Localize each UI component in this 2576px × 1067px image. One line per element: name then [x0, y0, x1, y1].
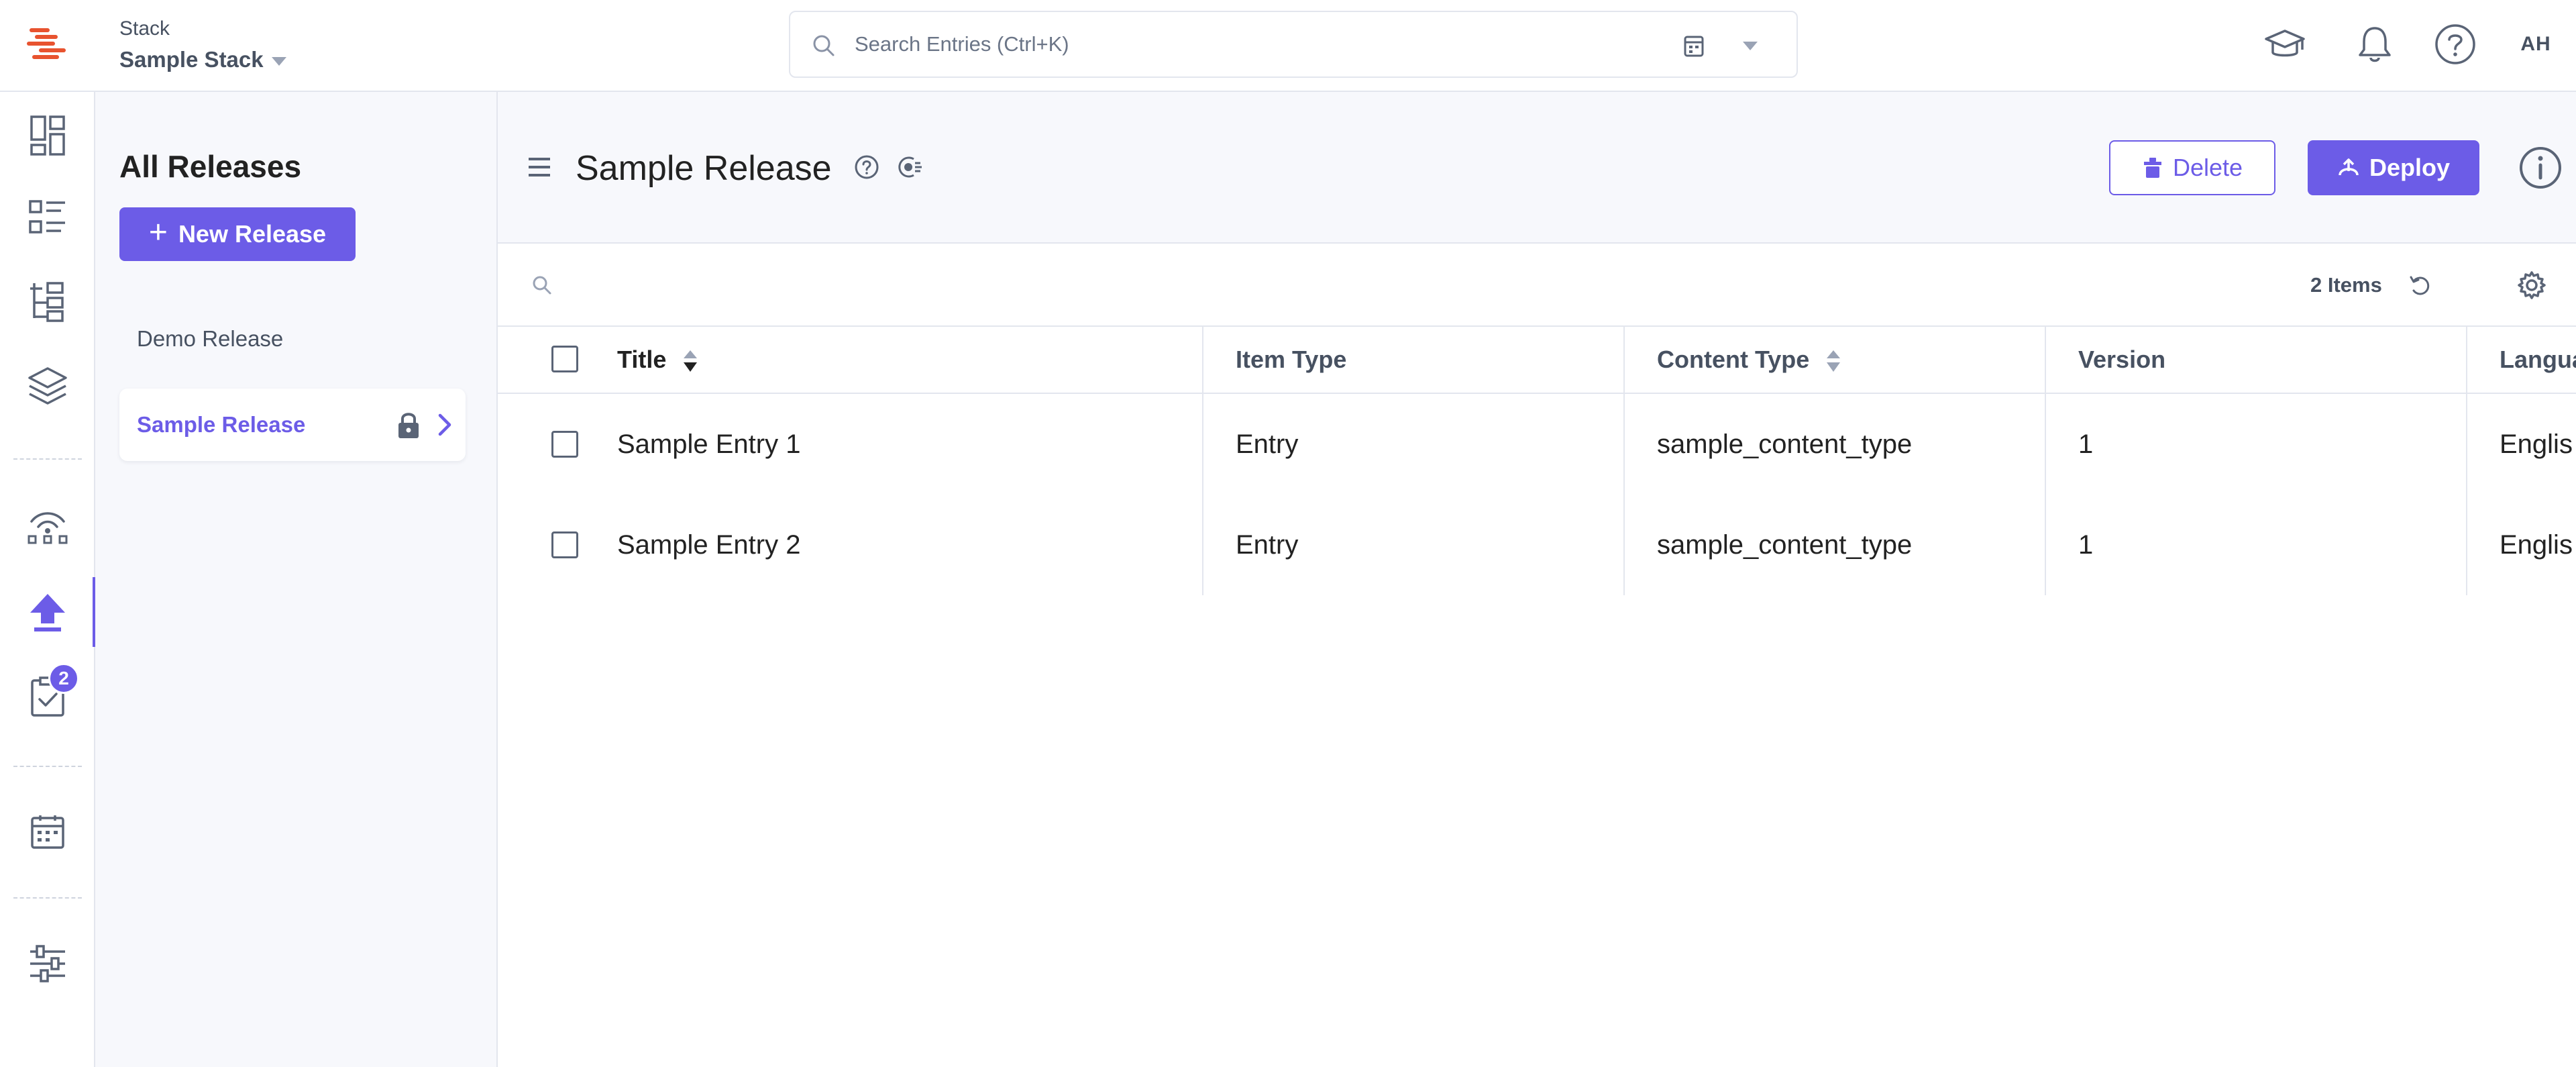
deploy-release-button[interactable]: Deploy	[2308, 140, 2479, 195]
column-header-version: Version	[2078, 346, 2166, 373]
column-divider	[2466, 495, 2467, 595]
stack-name: Sample Stack	[119, 47, 264, 72]
cell-language: Englis	[2500, 429, 2573, 459]
column-header-content-type[interactable]: Content Type	[1657, 327, 2033, 393]
help-icon[interactable]	[2428, 17, 2482, 71]
plus-icon: +	[148, 215, 168, 250]
table-header-row: Title Item Type Content Type Version Lan…	[498, 327, 2576, 394]
global-search-bar[interactable]: Search Entries (Ctrl+K)	[789, 11, 1798, 78]
delete-release-button[interactable]: Delete	[2109, 140, 2275, 195]
tasks-count-badge: 2	[48, 663, 79, 694]
column-divider	[2045, 495, 2046, 595]
entries-list-icon[interactable]	[23, 193, 72, 242]
releases-panel: All Releases + New Release Demo Release …	[95, 92, 498, 1067]
cell-item-type: Entry	[1236, 529, 1299, 560]
settings-sliders-icon[interactable]	[23, 939, 72, 988]
bell-icon[interactable]	[2348, 17, 2402, 71]
cell-version: 1	[2078, 429, 2094, 459]
column-header-language: Langua	[2500, 346, 2576, 373]
help-circle-icon[interactable]	[853, 154, 880, 181]
stack-label: Stack	[119, 17, 170, 40]
search-placeholder: Search Entries (Ctrl+K)	[855, 32, 1069, 56]
table-settings-gear-icon[interactable]	[2516, 269, 2548, 301]
release-history-icon[interactable]	[894, 154, 923, 181]
publish-queue-icon[interactable]	[23, 587, 72, 637]
column-divider	[1202, 394, 1203, 495]
column-divider	[2045, 394, 2046, 495]
cell-language: Englis	[2500, 529, 2573, 560]
cell-version: 1	[2078, 529, 2094, 560]
cell-title[interactable]: Sample Entry 1	[617, 394, 979, 495]
lock-icon	[398, 413, 419, 438]
releases-panel-title: All Releases	[119, 149, 302, 184]
table-row[interactable]: Sample Entry 1 Entry sample_content_type…	[498, 394, 2576, 495]
deploy-label: Deploy	[2369, 154, 2451, 181]
rail-divider	[13, 458, 82, 460]
trash-icon	[2143, 158, 2161, 178]
assets-layers-icon[interactable]	[23, 360, 72, 410]
release-item-label: Sample Release	[137, 412, 306, 437]
column-divider[interactable]	[2466, 327, 2467, 393]
caret-down-icon	[271, 56, 286, 66]
column-divider	[2466, 394, 2467, 495]
column-header-label: Content Type	[1657, 346, 1810, 373]
column-divider	[1623, 394, 1625, 495]
search-filter-dropdown-icon[interactable]	[1743, 42, 1758, 50]
cell-content-type: sample_content_type	[1657, 429, 1913, 459]
column-divider[interactable]	[1202, 327, 1203, 393]
delete-label: Delete	[2172, 154, 2243, 181]
table-toolbar: 2 Items	[498, 244, 2576, 327]
release-item-demo[interactable]: Demo Release	[119, 303, 466, 375]
new-release-button[interactable]: + New Release	[119, 207, 356, 261]
contentstack-logo-icon[interactable]	[25, 26, 68, 64]
items-count: 2 Items	[2310, 273, 2382, 297]
sort-icon[interactable]	[1824, 346, 1843, 373]
column-header-label: Title	[617, 346, 667, 373]
refresh-icon[interactable]	[2407, 272, 2434, 299]
search-icon	[813, 35, 835, 56]
sort-icon[interactable]	[681, 346, 700, 373]
column-header-title[interactable]: Title	[617, 327, 979, 393]
table-search-icon[interactable]	[530, 273, 554, 297]
rail-divider	[13, 897, 82, 899]
release-item-sample[interactable]: Sample Release	[119, 389, 466, 461]
cell-title[interactable]: Sample Entry 2	[617, 495, 979, 595]
academy-cap-icon[interactable]	[2258, 17, 2312, 71]
user-avatar[interactable]: AH	[2509, 24, 2563, 64]
row-checkbox[interactable]	[551, 431, 578, 458]
info-icon[interactable]	[2517, 144, 2564, 191]
column-divider	[1202, 495, 1203, 595]
cell-content-type: sample_content_type	[1657, 529, 1913, 560]
table-row[interactable]: Sample Entry 2 Entry sample_content_type…	[498, 495, 2576, 595]
content-models-icon[interactable]	[23, 277, 72, 327]
chevron-right-icon	[438, 413, 451, 436]
column-divider[interactable]	[1623, 327, 1625, 393]
release-item-label: Demo Release	[137, 326, 284, 351]
top-bar: Stack Sample Stack Search Entries (Ctrl+…	[0, 0, 2576, 92]
dashboard-icon[interactable]	[23, 111, 72, 160]
column-divider[interactable]	[2045, 327, 2046, 393]
calendar-icon[interactable]	[23, 807, 72, 857]
release-title: Sample Release	[576, 149, 832, 188]
hamburger-menu-icon[interactable]	[526, 154, 553, 181]
rail-divider	[13, 766, 82, 767]
column-header-item-type: Item Type	[1236, 346, 1347, 373]
left-nav-rail: 2	[0, 92, 95, 1067]
cell-item-type: Entry	[1236, 429, 1299, 459]
workflow-icon[interactable]	[23, 501, 72, 551]
new-release-label: New Release	[178, 220, 327, 248]
row-checkbox[interactable]	[551, 531, 578, 558]
select-all-checkbox[interactable]	[551, 346, 578, 372]
column-divider	[1623, 495, 1625, 595]
release-header: Sample Release Delete Deploy	[498, 92, 2576, 244]
saved-search-icon[interactable]	[1680, 32, 1708, 60]
deploy-icon	[2339, 158, 2359, 176]
stack-switcher[interactable]: Sample Stack	[119, 47, 286, 72]
